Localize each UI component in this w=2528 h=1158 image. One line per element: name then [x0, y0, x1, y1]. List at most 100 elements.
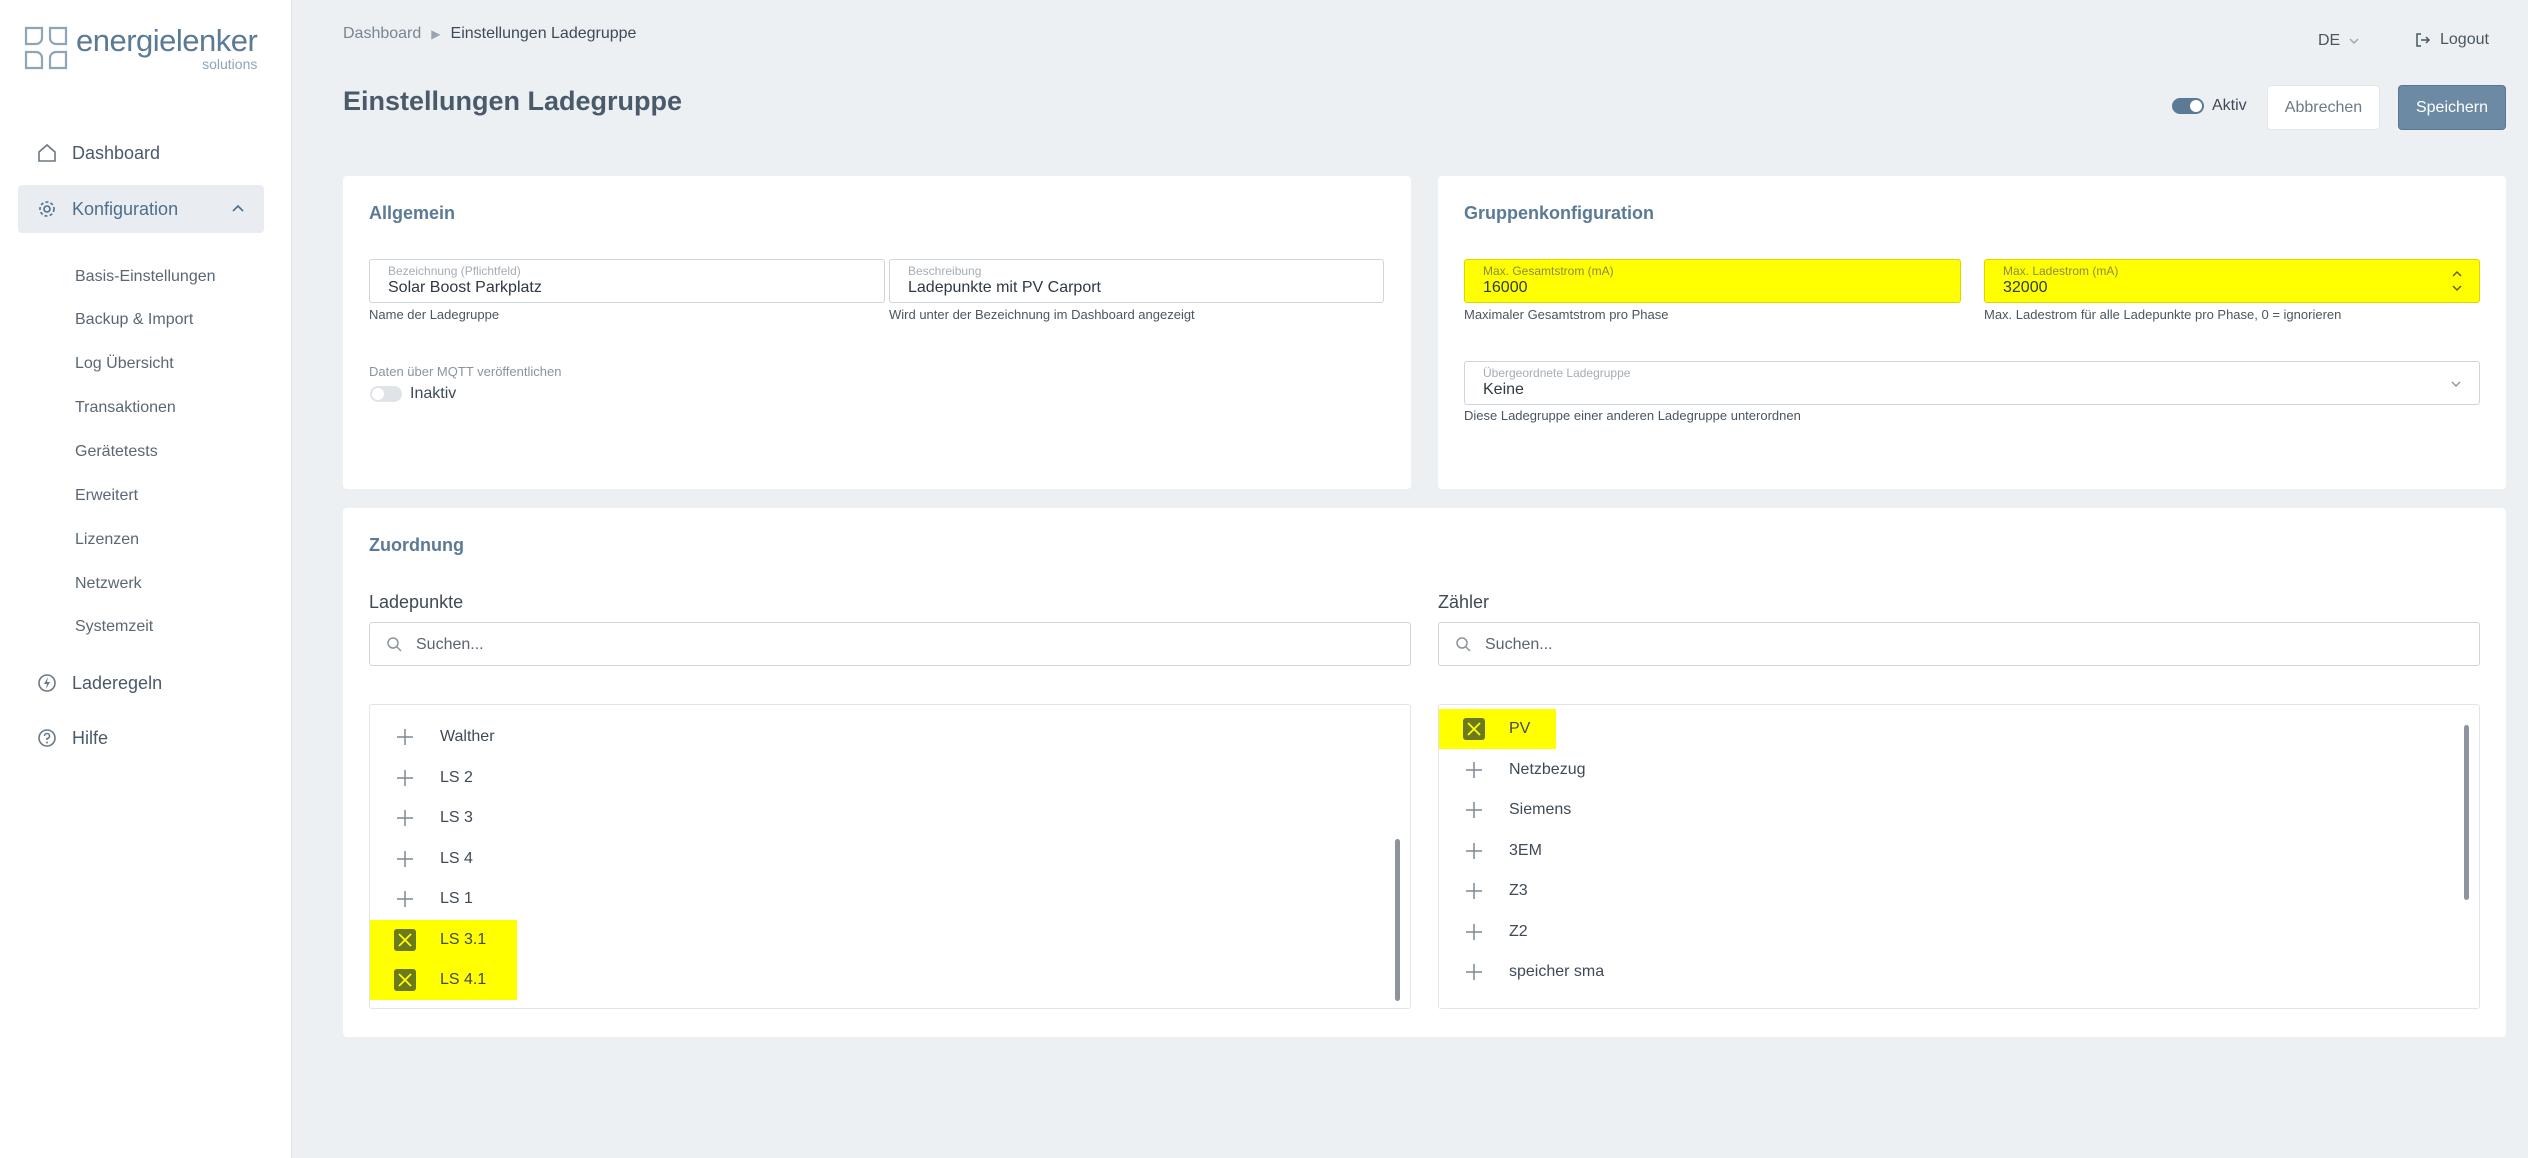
list-item-label: Netzbezug — [1509, 760, 1586, 778]
charge-rules-icon — [38, 674, 56, 692]
max-total-current-value: 16000 — [1483, 279, 1528, 296]
chevron-down-icon — [2349, 38, 2359, 44]
max-charge-current-field[interactable]: Max. Ladestrom (mA) 32000 — [1984, 259, 2480, 303]
page-title: Einstellungen Ladegruppe — [343, 86, 683, 116]
subnav-geraetetests[interactable]: Gerätetests — [75, 443, 158, 461]
mqtt-toggle[interactable]: Inaktiv — [370, 385, 456, 403]
brand-logo[interactable]: energielenker solutions — [22, 23, 258, 72]
zaehler-scrollbar[interactable] — [2464, 725, 2469, 900]
plus-icon — [1466, 923, 1482, 940]
plus-icon — [397, 850, 413, 867]
logout-label: Logout — [2440, 31, 2489, 48]
energielenker-logo-icon — [24, 26, 68, 70]
name-field-value: Solar Boost Parkplatz — [388, 279, 542, 296]
ladepunkte-search-input[interactable]: Suchen... — [369, 622, 1411, 666]
nav-konfiguration[interactable]: Konfiguration — [18, 185, 264, 233]
plus-icon — [397, 729, 413, 745]
language-selector[interactable]: DE — [2318, 32, 2360, 50]
chevron-down-icon — [2451, 381, 2461, 387]
logout-button[interactable]: Logout — [2414, 31, 2489, 49]
nav-laderegeln[interactable]: Laderegeln — [18, 659, 264, 707]
parent-group-value: Keine — [1483, 381, 1524, 398]
zaehler-list-item[interactable]: PV — [1439, 709, 1556, 749]
list-item-label: Z2 — [1509, 922, 1528, 940]
nav-hilfe[interactable]: Hilfe — [18, 714, 264, 762]
remove-selected-icon — [394, 969, 416, 991]
max-charge-current-label: Max. Ladestrom (mA) — [2003, 264, 2119, 278]
logout-icon — [2416, 33, 2431, 47]
zaehler-list-item[interactable]: Siemens — [1439, 790, 2429, 830]
zaehler-search-input[interactable]: Suchen... — [1438, 622, 2480, 666]
subnav-erweitert[interactable]: Erweitert — [75, 487, 138, 505]
list-item-label: Siemens — [1509, 801, 1572, 818]
max-total-current-field[interactable]: Max. Gesamtstrom (mA) 16000 — [1464, 259, 1961, 303]
remove-selected-icon — [1463, 718, 1485, 740]
list-item-label: speicher sma — [1509, 963, 1605, 980]
max-charge-current-value: 32000 — [2003, 279, 2048, 296]
active-toggle-switch[interactable] — [2172, 98, 2204, 114]
subnav-transaktionen[interactable]: Transaktionen — [75, 399, 176, 417]
ladepunkt-list-item[interactable]: LS 4 — [370, 839, 1360, 879]
ladepunkt-list-item[interactable]: LS 3.1 — [370, 919, 517, 960]
zuordnung-title: Zuordnung — [369, 535, 464, 555]
plus-icon — [1466, 802, 1482, 818]
allgemein-title: Allgemein — [369, 203, 456, 223]
zaehler-list-item[interactable]: 3EM — [1439, 831, 2429, 871]
ladepunkt-list-item[interactable]: LS 4.1 — [370, 960, 517, 1000]
name-field-hint: Name der Ladegruppe — [369, 307, 500, 322]
breadcrumb-dashboard[interactable]: Dashboard — [343, 25, 421, 43]
remove-selected-icon — [394, 928, 416, 951]
brand-name: energielenker — [76, 23, 258, 58]
zaehler-search-placeholder: Suchen... — [1485, 636, 1553, 653]
breadcrumb-separator-icon: ▶ — [431, 27, 441, 41]
search-icon — [387, 637, 402, 652]
nav-laderegeln-label: Laderegeln — [72, 672, 163, 693]
plus-icon — [1466, 761, 1482, 778]
language-value: DE — [2318, 32, 2341, 49]
parent-group-select[interactable]: Übergeordnete Ladegruppe Keine — [1464, 361, 2480, 405]
description-field[interactable]: Beschreibung Ladepunkte mit PV Carport — [889, 259, 1384, 303]
subnav-backup-import[interactable]: Backup & Import — [75, 311, 193, 329]
ladepunkte-scrollbar[interactable] — [1395, 839, 1400, 1001]
search-icon — [1456, 637, 1471, 652]
help-icon — [38, 729, 56, 747]
allgemein-card — [343, 176, 1411, 489]
subnav-lizenzen[interactable]: Lizenzen — [75, 531, 139, 549]
zaehler-list-item[interactable]: Z3 — [1439, 871, 2429, 911]
list-item-label: LS 3 — [440, 809, 473, 826]
save-button[interactable]: Speichern — [2398, 85, 2506, 130]
plus-icon — [397, 810, 413, 826]
list-item-label: Z3 — [1509, 882, 1528, 899]
plus-icon — [397, 769, 413, 786]
name-field-label: Bezeichnung (Pflichtfeld) — [388, 264, 521, 278]
chevron-up-icon — [232, 204, 244, 212]
gruppenkonfiguration-title: Gruppenkonfiguration — [1464, 203, 1654, 223]
zaehler-list-item[interactable]: speicher sma — [1439, 952, 2429, 992]
subnav-systemzeit[interactable]: Systemzeit — [75, 618, 153, 636]
list-item-label: LS 4 — [440, 849, 473, 867]
active-toggle[interactable]: Aktiv — [2172, 97, 2247, 115]
parent-group-label: Übergeordnete Ladegruppe — [1483, 366, 1631, 380]
ladepunkt-list-item[interactable]: Walther — [370, 717, 1360, 757]
zaehler-list-item[interactable]: Z2 — [1439, 912, 2429, 952]
ladepunkt-list-item[interactable]: LS 2 — [370, 758, 1360, 798]
list-item-label: LS 1 — [440, 890, 473, 907]
nav-konfiguration-label: Konfiguration — [72, 198, 179, 219]
ladepunkt-list-item[interactable]: LS 3 — [370, 798, 1360, 838]
ladepunkt-list-item[interactable]: LS 1 — [370, 879, 1360, 919]
plus-icon — [1466, 842, 1482, 859]
subnav-netzwerk[interactable]: Netzwerk — [75, 575, 142, 593]
mqtt-label: Daten über MQTT veröffentlichen — [369, 364, 562, 379]
description-field-value: Ladepunkte mit PV Carport — [908, 279, 1101, 296]
list-item-label: LS 4.1 — [440, 971, 487, 988]
cancel-button[interactable]: Abbrechen — [2267, 85, 2380, 130]
mqtt-toggle-label: Inaktiv — [410, 385, 457, 402]
nav-dashboard[interactable]: Dashboard — [18, 129, 264, 177]
zaehler-list-item[interactable]: Netzbezug — [1439, 750, 2429, 790]
subnav-basis-einstellungen[interactable]: Basis-Einstellungen — [75, 268, 216, 286]
number-stepper-icon[interactable] — [2451, 268, 2463, 294]
mqtt-toggle-switch[interactable] — [370, 386, 402, 402]
subnav-log-uebersicht[interactable]: Log Übersicht — [75, 355, 174, 373]
name-field[interactable]: Bezeichnung (Pflichtfeld) Solar Boost Pa… — [369, 259, 885, 303]
sidebar: energielenker solutions Dashboard Konfig… — [0, 0, 292, 1158]
